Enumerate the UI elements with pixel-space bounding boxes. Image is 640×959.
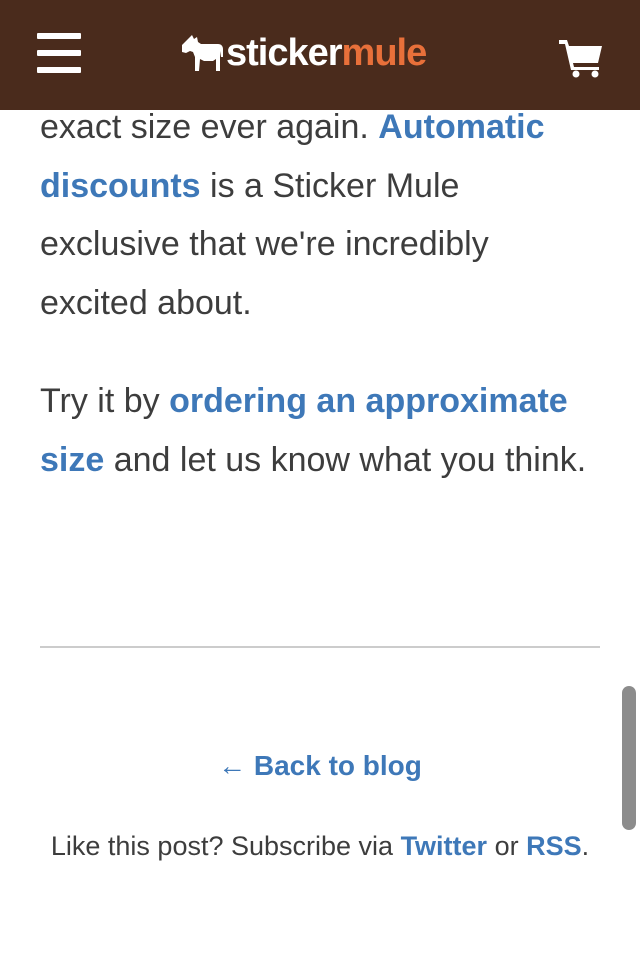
paragraph-text: Try it by — [40, 382, 170, 420]
stickermule-logo[interactable]: stickermule — [180, 30, 428, 76]
shopping-cart-icon[interactable] — [558, 38, 604, 78]
paragraph-text: exact size ever again. — [40, 108, 379, 146]
article-paragraph: Try it by ordering an approximate size a… — [40, 372, 600, 489]
logo-word-mule: mule — [341, 32, 428, 74]
site-header: stickermule — [0, 0, 640, 110]
article-paragraph: exact size ever again. Automatic discoun… — [40, 98, 600, 332]
article-body: exact size ever again. Automatic discoun… — [40, 98, 600, 529]
logo-word-sticker: sticker — [226, 32, 343, 74]
mule-logo-icon — [182, 35, 223, 71]
subscribe-text: Like this post? Subscribe via — [50, 831, 401, 861]
paragraph-text: and let us know what you think. — [104, 440, 587, 479]
twitter-link[interactable]: Twitter — [401, 831, 488, 861]
period-text: . — [581, 831, 590, 861]
back-to-blog-label: Back to blog — [253, 750, 422, 781]
or-text: or — [487, 831, 527, 861]
rss-link[interactable]: RSS — [526, 831, 582, 861]
hamburger-menu-icon[interactable] — [37, 33, 81, 73]
subscribe-footer: Like this post? Subscribe via Twitter or… — [40, 824, 600, 869]
section-divider — [40, 646, 600, 648]
back-to-blog: ← Back to blog — [0, 748, 640, 784]
back-to-blog-link[interactable]: ← Back to blog — [218, 750, 422, 781]
logo-text: stickermule — [226, 30, 428, 76]
left-arrow-icon: ← — [218, 750, 247, 781]
